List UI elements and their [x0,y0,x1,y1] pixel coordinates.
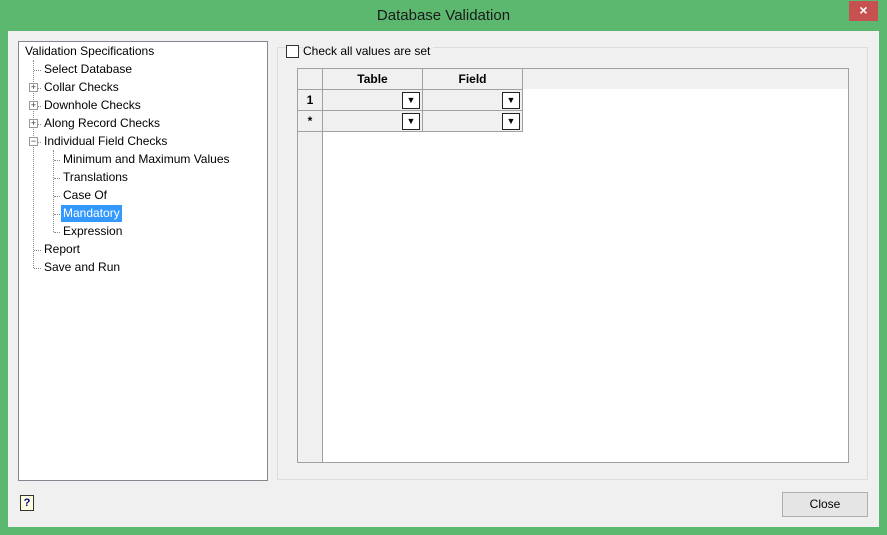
tree-line [54,232,60,233]
tree-item[interactable]: Along Record Checks [42,115,162,132]
row-header[interactable]: 1 [298,90,323,111]
expand-icon[interactable]: + [29,101,38,110]
tree-item[interactable]: Individual Field Checks [42,133,169,150]
window-close-button[interactable]: × [849,1,878,21]
column-header-table[interactable]: Table [323,69,423,90]
tree-item[interactable]: Save and Run [42,259,122,276]
field-cell[interactable]: ▼ [423,111,523,132]
expand-icon[interactable]: + [29,83,38,92]
tree-line [54,160,60,161]
tree-item[interactable]: Report [42,241,82,258]
tree-item[interactable]: Select Database [42,61,134,78]
check-all-values-checkbox[interactable] [286,45,299,58]
dropdown-arrow-icon[interactable]: ▼ [502,113,520,130]
validation-tree[interactable]: Validation Specifications Select Databas… [18,41,268,481]
tree-item[interactable]: Collar Checks [42,79,121,96]
header-filler [523,69,848,89]
help-icon[interactable]: ? [20,495,34,511]
row-header[interactable]: * [298,111,323,132]
tree-line [34,268,41,269]
mandatory-fields-grid[interactable]: Table Field 1 ▼ ▼ * ▼ ▼ [297,68,849,463]
collapse-icon[interactable]: − [29,137,38,146]
dropdown-arrow-icon[interactable]: ▼ [402,113,420,130]
tree-line [34,70,41,71]
tree-line [53,150,54,232]
dropdown-arrow-icon[interactable]: ▼ [502,92,520,109]
tree-line [54,178,60,179]
column-header-field[interactable]: Field [423,69,523,90]
tree-item[interactable]: Case Of [61,187,109,204]
check-all-values-label[interactable]: Check all values are set [303,44,434,59]
expand-icon[interactable]: + [29,119,38,128]
field-cell[interactable]: ▼ [423,90,523,111]
tree-item[interactable]: Mandatory [61,205,122,222]
window-title: Database Validation [376,7,511,24]
close-button[interactable]: Close [782,492,868,517]
tree-root[interactable]: Validation Specifications [23,43,156,60]
tree-line [54,196,60,197]
grid-corner [298,69,323,90]
tree-line [34,250,41,251]
table-cell[interactable]: ▼ [323,111,423,132]
tree-item[interactable]: Downhole Checks [42,97,143,114]
tree-line [54,214,60,215]
dropdown-arrow-icon[interactable]: ▼ [402,92,420,109]
tree-item[interactable]: Minimum and Maximum Values [61,151,232,168]
tree-item[interactable]: Expression [61,223,124,240]
table-cell[interactable]: ▼ [323,90,423,111]
row-header-column [298,90,323,462]
tree-item[interactable]: Translations [61,169,130,186]
